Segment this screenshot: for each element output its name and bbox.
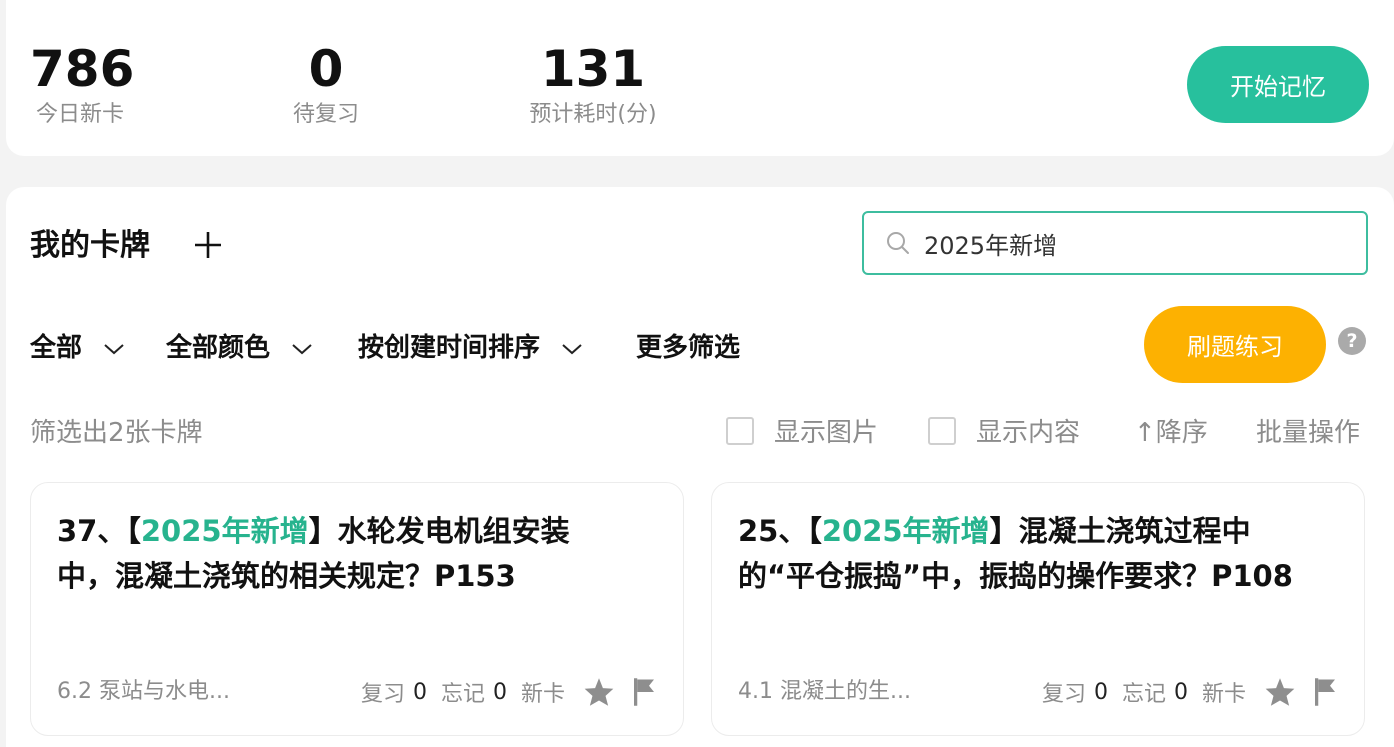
card-question: 37、【2025年新增】水轮发电机组安装中，混凝土浇筑的相关规定？P153 — [57, 514, 570, 593]
flag-icon[interactable] — [1312, 677, 1338, 707]
star-icon[interactable] — [1264, 677, 1296, 707]
forget-count: 0 — [1173, 679, 1188, 705]
sort-descending-button[interactable]: ↑降序 — [1134, 415, 1208, 451]
batch-operation-button[interactable]: 批量操作 — [1256, 415, 1360, 451]
page-title: 我的卡牌 — [30, 228, 150, 263]
search-box[interactable] — [862, 211, 1368, 275]
stat-value: 131 — [540, 40, 646, 98]
forget-label: 忘记 — [440, 682, 485, 707]
add-icon[interactable] — [192, 229, 224, 261]
card-status: 新卡 — [520, 682, 565, 707]
flag-icon[interactable] — [631, 677, 657, 707]
forget-label: 忘记 — [1121, 682, 1166, 707]
option-label: 显示内容 — [976, 418, 1081, 448]
review-label: 复习 — [360, 682, 405, 707]
show-images-toggle[interactable]: 显示图片 — [726, 415, 878, 451]
stat-label: 待复习 — [292, 102, 359, 127]
show-content-toggle[interactable]: 显示内容 — [928, 415, 1080, 451]
card-question: 25、【2025年新增】混凝土浇筑过程中的“平仓振捣”中，振捣的操作要求？P10… — [738, 514, 1293, 593]
search-input[interactable] — [922, 225, 1346, 261]
card-footer: 6.2 泵站与水电... 复习 0 忘记 0 新卡 — [57, 673, 657, 713]
search-highlight: 2025年新增 — [140, 514, 309, 548]
card-item[interactable]: 25、【2025年新增】混凝土浇筑过程中的“平仓振捣”中，振捣的操作要求？P10… — [711, 482, 1365, 736]
search-icon — [887, 232, 909, 254]
card-stats: 复习 0 忘记 0 新卡 — [1042, 673, 1338, 711]
card-status: 新卡 — [1201, 682, 1246, 707]
card-item[interactable]: 37、【2025年新增】水轮发电机组安装中，混凝土浇筑的相关规定？P153 6.… — [30, 482, 684, 736]
filter-label: 全部颜色 — [166, 333, 271, 363]
review-label: 复习 — [1041, 682, 1086, 707]
stat-value: 0 — [308, 40, 344, 98]
card-footer: 4.1 混凝土的生... 复习 0 忘记 0 新卡 — [738, 673, 1338, 713]
chevron-down-icon — [292, 343, 312, 354]
start-memorize-button[interactable]: 开始记忆 — [1187, 46, 1369, 123]
practice-button[interactable]: 刷题练习 — [1144, 306, 1326, 383]
stats-panel: 786 今日新卡 0 待复习 131 预计耗时(分) 开始记忆 — [6, 0, 1394, 156]
stat-estimated-time: 131 预计耗时(分) — [518, 40, 668, 130]
forget-count: 0 — [492, 679, 507, 705]
review-count: 0 — [1093, 679, 1108, 705]
help-icon[interactable]: ? — [1338, 327, 1366, 355]
deck-panel: 我的卡牌 全部 全部颜色 按创建时间排序 更多筛选 刷题练习 ? 筛选出2张卡牌… — [6, 187, 1394, 747]
chevron-down-icon — [104, 343, 124, 354]
card-chapter: 6.2 泵站与水电... — [57, 679, 230, 704]
review-count: 0 — [412, 679, 427, 705]
option-label: 显示图片 — [774, 418, 879, 448]
filter-all[interactable]: 全部 — [30, 329, 125, 367]
result-count: 筛选出2张卡牌 — [30, 418, 203, 448]
chevron-down-icon — [562, 343, 582, 354]
card-stats: 复习 0 忘记 0 新卡 — [361, 673, 657, 711]
filter-label: 按创建时间排序 — [358, 333, 541, 363]
filter-more[interactable]: 更多筛选 — [636, 329, 740, 367]
filter-all-colors[interactable]: 全部颜色 — [166, 329, 313, 367]
stat-pending-review: 0 待复习 — [278, 40, 374, 130]
checkbox[interactable] — [726, 416, 754, 445]
stat-label: 今日新卡 — [35, 102, 124, 127]
star-icon[interactable] — [583, 677, 615, 707]
stat-value: 786 — [30, 40, 135, 98]
checkbox[interactable] — [928, 416, 956, 445]
search-highlight: 2025年新增 — [821, 514, 990, 548]
stat-label: 预计耗时(分) — [529, 102, 657, 127]
filter-sort[interactable]: 按创建时间排序 — [358, 329, 583, 367]
card-chapter: 4.1 混凝土的生... — [738, 679, 911, 704]
stat-new-today: 786 今日新卡 — [30, 40, 135, 130]
filter-label: 全部 — [30, 333, 83, 363]
